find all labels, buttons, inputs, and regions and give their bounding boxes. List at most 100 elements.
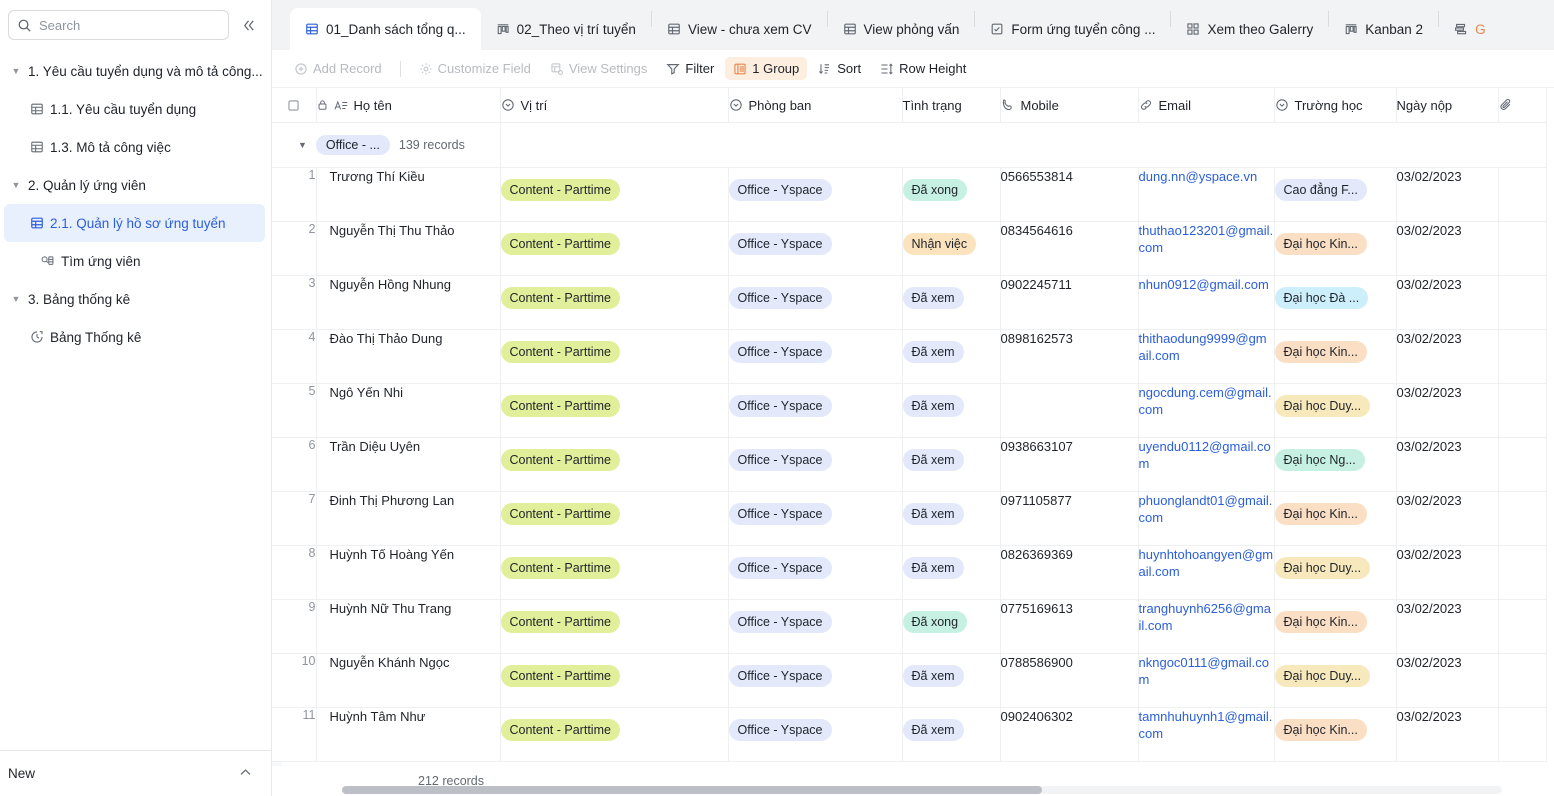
table-row[interactable]: 5 Ngô Yến Nhi Content - Parttime Office - Y… [272, 383, 1547, 438]
cell-hoten[interactable]: Ngô Yến Nhi [316, 383, 501, 438]
cell-truonghoc[interactable]: Đại học Kin... [1274, 221, 1397, 276]
tab-form-ung-tuyen[interactable]: Form ứng tuyển công ... [975, 8, 1170, 50]
cell-mobile[interactable]: 0898162573 [1000, 329, 1139, 384]
cell-mobile[interactable]: 0566553814 [1000, 167, 1139, 222]
cell-ngaynop[interactable]: 03/02/2023 [1396, 329, 1499, 384]
table-row[interactable]: 6 Trần Diệu Uyên Content - Parttime Office … [272, 437, 1547, 492]
cell-phongban[interactable]: Office - Yspace [728, 221, 903, 276]
cell-phongban[interactable]: Office - Yspace [728, 437, 903, 492]
tab-02-theo-vi-tri-tuyen[interactable]: 02_Theo vị trí tuyển [481, 8, 651, 50]
header-phongban[interactable]: Phòng ban [728, 88, 903, 123]
cell-email[interactable]: tranghuynh6256@gmail.com [1138, 599, 1275, 654]
cell-phongban[interactable]: Office - Yspace [728, 491, 903, 546]
cell-truonghoc[interactable]: Đại học Duy... [1274, 383, 1397, 438]
cell-truonghoc[interactable]: Đại học Kin... [1274, 707, 1397, 762]
sidebar-item-statistics[interactable]: ▼ 3. Bảng thống kê [4, 280, 265, 318]
cell-hoten[interactable]: Trần Diệu Uyên [316, 437, 501, 492]
tab-01-danh-sach-tong-quat[interactable]: 01_Danh sách tổng q... [290, 8, 481, 50]
table-row[interactable]: 7 Đinh Thị Phương Lan Content - Parttime Of… [272, 491, 1547, 546]
cell-mobile[interactable] [1000, 383, 1139, 438]
sidebar-item-recruitment-requirements[interactable]: ▼ 1. Yêu cầu tuyển dụng và mô tả công... [4, 52, 265, 90]
cell-phongban[interactable]: Office - Yspace [728, 707, 903, 762]
table-row[interactable]: 1 Trương Thí Kiều Content - Parttime Office… [272, 167, 1547, 222]
cell-vitri[interactable]: Content - Parttime [500, 545, 729, 600]
group-row[interactable]: ▼ Office - ... 139 records [272, 122, 1547, 168]
customize-field-button[interactable]: Customize Field [411, 57, 539, 80]
cell-mobile[interactable]: 0902406302 [1000, 707, 1139, 762]
caret-down-icon[interactable]: ▼ [10, 65, 22, 77]
caret-down-icon[interactable]: ▼ [10, 293, 22, 305]
cell-hoten[interactable]: Nguyễn Thị Thu Thảo [316, 221, 501, 276]
sidebar-item-statistics-dashboard[interactable]: Bảng Thống kê [4, 318, 265, 356]
cell-email[interactable]: phuonglandt01@gmail.com [1138, 491, 1275, 546]
cell-ngaynop[interactable]: 03/02/2023 [1396, 275, 1499, 330]
cell-mobile[interactable]: 0775169613 [1000, 599, 1139, 654]
cell-email[interactable]: tamnhuhuynh1@gmail.com [1138, 707, 1275, 762]
cell-phongban[interactable]: Office - Yspace [728, 653, 903, 708]
cell-ngaynop[interactable]: 03/02/2023 [1396, 707, 1499, 762]
table-row[interactable]: 10 Nguyễn Khánh Ngọc Content - Parttime Off… [272, 653, 1547, 708]
cell-vitri[interactable]: Content - Parttime [500, 167, 729, 222]
cell-truonghoc[interactable]: Đại học Duy... [1274, 545, 1397, 600]
cell-phongban[interactable]: Office - Yspace [728, 167, 903, 222]
cell-phongban[interactable]: Office - Yspace [728, 275, 903, 330]
cell-hoten[interactable]: Huỳnh Tố Hoàng Yến [316, 545, 501, 600]
sidebar-item-1-1[interactable]: 1.1. Yêu cầu tuyển dụng [4, 90, 265, 128]
cell-truonghoc[interactable]: Đại học Kin... [1274, 599, 1397, 654]
header-truonghoc[interactable]: Trường học [1274, 88, 1397, 123]
header-tinhtrang[interactable]: Tình trạng [902, 88, 1001, 123]
caret-down-icon[interactable]: ▼ [10, 179, 22, 191]
cell-attachment[interactable] [1498, 707, 1547, 762]
cell-attachment[interactable] [1498, 275, 1547, 330]
cell-hoten[interactable]: Nguyễn Hồng Nhung [316, 275, 501, 330]
caret-down-icon[interactable]: ▼ [298, 140, 307, 150]
tab-view-chua-xem-cv[interactable]: View - chưa xem CV [652, 8, 827, 50]
tab-gantt[interactable]: G [1439, 8, 1501, 50]
tab-xem-theo-galerry[interactable]: Xem theo Galerry [1171, 8, 1328, 50]
sidebar-item-find-candidate[interactable]: Tìm ứng viên [4, 242, 265, 280]
cell-mobile[interactable]: 0834564616 [1000, 221, 1139, 276]
header-ngaynop[interactable]: Ngày nộp [1396, 88, 1499, 123]
cell-attachment[interactable] [1498, 545, 1547, 600]
cell-truonghoc[interactable]: Đại học Duy... [1274, 653, 1397, 708]
cell-attachment[interactable] [1498, 383, 1547, 438]
cell-ngaynop[interactable]: 03/02/2023 [1396, 653, 1499, 708]
table-row[interactable]: 3 Nguyễn Hồng Nhung Content - Parttime Offi… [272, 275, 1547, 330]
cell-hoten[interactable]: Nguyễn Khánh Ngọc [316, 653, 501, 708]
header-email[interactable]: Email [1138, 88, 1275, 123]
cell-email[interactable]: thithaodung9999@gmail.com [1138, 329, 1275, 384]
row-height-button[interactable]: Row Height [872, 57, 974, 80]
cell-ngaynop[interactable]: 03/02/2023 [1396, 599, 1499, 654]
search-input[interactable]: Search [8, 10, 229, 40]
cell-truonghoc[interactable]: Đại học Đà ... [1274, 275, 1397, 330]
cell-tinhtrang[interactable]: Đã xong [902, 599, 1001, 654]
cell-phongban[interactable]: Office - Yspace [728, 329, 903, 384]
cell-email[interactable]: ngocdung.cem@gmail.com [1138, 383, 1275, 438]
cell-vitri[interactable]: Content - Parttime [500, 275, 729, 330]
cell-mobile[interactable]: 0788586900 [1000, 653, 1139, 708]
cell-mobile[interactable]: 0902245711 [1000, 275, 1139, 330]
cell-vitri[interactable]: Content - Parttime [500, 329, 729, 384]
cell-mobile[interactable]: 0938663107 [1000, 437, 1139, 492]
cell-vitri[interactable]: Content - Parttime [500, 599, 729, 654]
group-button[interactable]: 1 Group [725, 57, 808, 80]
cell-vitri[interactable]: Content - Parttime [500, 491, 729, 546]
cell-hoten[interactable]: Đào Thị Thảo Dung [316, 329, 501, 384]
sidebar-new-section[interactable]: New [0, 750, 271, 796]
cell-email[interactable]: nkngoc0111@gmail.com [1138, 653, 1275, 708]
cell-vitri[interactable]: Content - Parttime [500, 383, 729, 438]
cell-ngaynop[interactable]: 03/02/2023 [1396, 167, 1499, 222]
header-hoten[interactable]: Họ tên [316, 88, 501, 123]
cell-hoten[interactable]: Huỳnh Nữ Thu Trang [316, 599, 501, 654]
cell-email[interactable]: dung.nn@yspace.vn [1138, 167, 1275, 222]
horizontal-scrollbar[interactable] [342, 786, 1502, 794]
cell-truonghoc[interactable]: Đại học Kin... [1274, 491, 1397, 546]
cell-ngaynop[interactable]: 03/02/2023 [1396, 545, 1499, 600]
cell-attachment[interactable] [1498, 491, 1547, 546]
tab-view-phong-van[interactable]: View phỏng vấn [828, 8, 975, 50]
cell-mobile[interactable]: 0971105877 [1000, 491, 1139, 546]
cell-tinhtrang[interactable]: Đã xem [902, 707, 1001, 762]
cell-tinhtrang[interactable]: Đã xong [902, 167, 1001, 222]
cell-attachment[interactable] [1498, 221, 1547, 276]
cell-vitri[interactable]: Content - Parttime [500, 221, 729, 276]
